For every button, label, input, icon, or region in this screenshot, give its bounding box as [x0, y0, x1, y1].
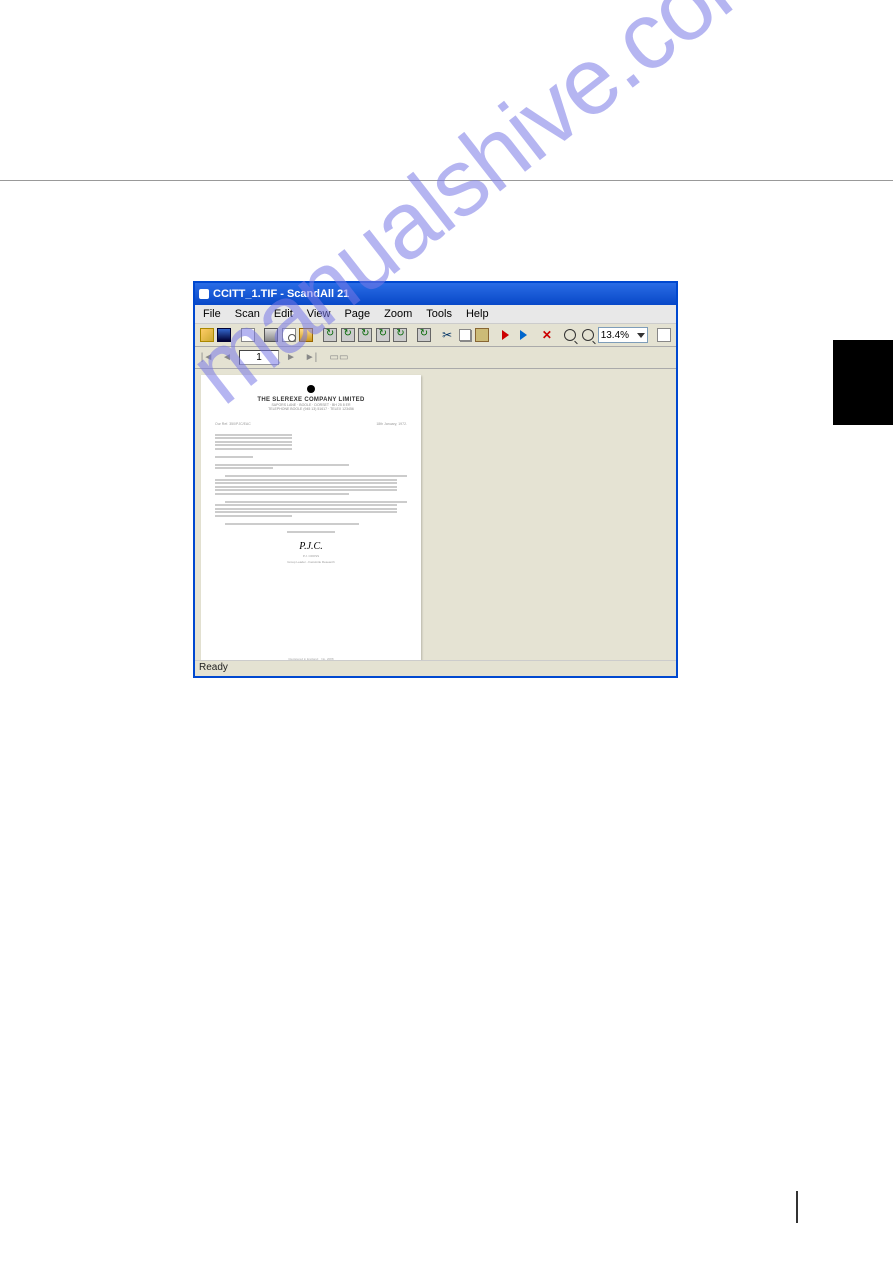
flip-red-button[interactable] — [498, 327, 514, 343]
document-logo-dot — [307, 385, 315, 393]
menu-edit[interactable]: Edit — [268, 307, 299, 321]
chevron-down-icon — [637, 333, 645, 338]
paste-button[interactable] — [475, 327, 491, 343]
menu-help[interactable]: Help — [460, 307, 495, 321]
document-recipient — [215, 434, 407, 450]
horizontal-rule — [0, 180, 893, 181]
open-button[interactable] — [199, 327, 215, 343]
fit-icon — [657, 328, 671, 342]
triangle-red-icon — [502, 330, 509, 340]
mail-button[interactable] — [299, 327, 315, 343]
mail-icon — [299, 328, 313, 342]
rotate-1-button[interactable] — [322, 327, 338, 343]
prev-page-button[interactable]: ◄ — [219, 351, 235, 365]
menu-page[interactable]: Page — [338, 307, 376, 321]
document-ref: Our Ref. 350/PJC/EAC — [215, 422, 251, 426]
cut-button[interactable]: ✂ — [439, 327, 455, 343]
page-nav-toolbar: |◄ ◄ ► ►| ▭▭ — [195, 347, 676, 369]
rotate-5-button[interactable] — [392, 327, 408, 343]
zoom-out-button[interactable] — [580, 327, 596, 343]
two-page-view-button[interactable]: ▭▭ — [331, 351, 347, 365]
status-text: Ready — [199, 662, 228, 673]
document-signer-name: P.J. CROSS — [215, 554, 407, 558]
printer-icon — [264, 328, 278, 342]
zoom-in-button[interactable] — [563, 327, 579, 343]
print-button[interactable] — [264, 327, 280, 343]
clipboard-icon — [475, 328, 489, 342]
page-number-input[interactable] — [239, 350, 279, 365]
menubar: File Scan Edit View Page Zoom Tools Help — [195, 305, 676, 323]
copy-icon — [459, 329, 471, 341]
document-preview: THE SLEREXE COMPANY LIMITED SAPORS LANE … — [201, 375, 421, 660]
next-page-button[interactable]: ► — [283, 351, 299, 365]
document-body-para1 — [215, 464, 407, 470]
document-footer: Registered in England: No. 2088Registere… — [201, 658, 421, 660]
rotate-3-button[interactable] — [357, 327, 373, 343]
menu-zoom[interactable]: Zoom — [378, 307, 418, 321]
print-preview-icon — [282, 328, 296, 342]
last-page-button[interactable]: ►| — [303, 351, 319, 365]
tool-a-button[interactable] — [416, 327, 432, 343]
first-page-button[interactable]: |◄ — [199, 351, 215, 365]
document-signer-title: Group Leader - Facsimile Research — [215, 560, 407, 564]
scanner-icon — [241, 328, 255, 342]
zoom-level-value: 13.4% — [601, 330, 629, 341]
rotate-icon — [393, 328, 407, 342]
rotate-icon — [323, 328, 337, 342]
floppy-icon — [217, 328, 231, 342]
document-closing — [215, 531, 407, 533]
menu-view[interactable]: View — [301, 307, 337, 321]
rotate-icon — [341, 328, 355, 342]
fit-button[interactable] — [656, 327, 672, 343]
document-date: 18th January, 1972. — [376, 422, 407, 426]
menu-file[interactable]: File — [197, 307, 227, 321]
statusbar: Ready — [195, 660, 676, 676]
main-toolbar: ✂ ✕ 13.4% — [195, 323, 676, 347]
copy-button[interactable] — [457, 327, 473, 343]
document-body-para4 — [215, 523, 407, 525]
rotate-2-button[interactable] — [340, 327, 356, 343]
document-body-para3 — [215, 501, 407, 517]
menu-scan[interactable]: Scan — [229, 307, 266, 321]
folder-open-icon — [200, 328, 214, 342]
rotate-icon — [358, 328, 372, 342]
viewer-area: THE SLEREXE COMPANY LIMITED SAPORS LANE … — [195, 369, 676, 660]
app-icon — [199, 289, 209, 299]
triangle-blue-icon — [520, 330, 527, 340]
zoom-in-icon — [564, 329, 576, 341]
rotate-4-button[interactable] — [375, 327, 391, 343]
zoom-level-combo[interactable]: 13.4% — [598, 327, 649, 343]
save-button[interactable] — [217, 327, 233, 343]
window-title: CCITT_1.TIF - ScandAll 21 — [213, 288, 349, 300]
scandall-window: CCITT_1.TIF - ScandAll 21 File Scan Edit… — [193, 281, 678, 678]
scan-button[interactable] — [240, 327, 256, 343]
document-address: SAPORS LANE · BOOLE · DORSET · BH 25 8 E… — [215, 404, 407, 412]
document-salutation — [215, 456, 407, 458]
titlebar: CCITT_1.TIF - ScandAll 21 — [195, 283, 676, 305]
menu-tools[interactable]: Tools — [420, 307, 458, 321]
delete-button[interactable]: ✕ — [539, 327, 555, 343]
document-signature: P.J.C. — [215, 541, 407, 552]
scissors-icon: ✂ — [442, 328, 452, 342]
zoom-out-icon — [582, 329, 594, 341]
page-edge-marker — [796, 1191, 798, 1223]
x-icon: ✕ — [542, 328, 552, 342]
print-preview-button[interactable] — [281, 327, 297, 343]
tool-icon — [417, 328, 431, 342]
flip-blue-button[interactable] — [516, 327, 532, 343]
document-body-para2 — [215, 475, 407, 495]
page-tab-black — [833, 340, 893, 425]
rotate-icon — [376, 328, 390, 342]
